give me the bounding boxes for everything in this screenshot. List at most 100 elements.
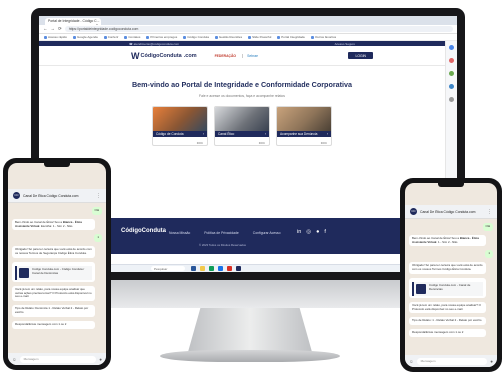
taskbar-app-icon[interactable]	[209, 266, 214, 271]
taskbar-apps	[191, 266, 241, 271]
taskbar-search-input[interactable]: Pesquisar	[151, 266, 185, 271]
chevron-right-icon: ›	[202, 132, 204, 136]
bookmark-icon	[73, 35, 77, 39]
logo-suffix: .com	[183, 52, 197, 59]
document-icon: DOC	[320, 140, 327, 145]
bookmark-item[interactable]: Contatos	[124, 35, 140, 39]
youtube-icon[interactable]: ●	[316, 229, 319, 235]
taskbar-app-icon[interactable]	[236, 266, 241, 271]
phone-left-screen: CC Canal De Ética Código Conduta.com ⋮ O…	[8, 163, 106, 365]
card-canal-etico[interactable]: Canal Ético › DOC	[214, 106, 270, 146]
card-footer: DOC	[153, 139, 207, 145]
microphone-icon[interactable]: ●	[99, 357, 102, 362]
logo-text: CódigoConduta	[140, 52, 182, 59]
edge-icon[interactable]	[218, 266, 223, 271]
contact-email[interactable]: ☎ atendimento@codigoconduta.com	[129, 42, 179, 46]
footer-link[interactable]: Política de Privacidade	[204, 231, 239, 235]
bookmark-item[interactable]: Primeiros empregos	[146, 35, 177, 39]
phone-left-notch	[44, 163, 70, 167]
instagram-icon[interactable]: ◎	[306, 229, 311, 235]
bookmark-item[interactable]: Código Conduta	[183, 35, 209, 39]
forward-icon[interactable]: →	[51, 26, 56, 32]
phone-right-notch	[438, 183, 464, 187]
rail-shopping-icon[interactable]	[449, 58, 454, 63]
chat-message-link[interactable]: Código Conduta.com - Código Conduta / Ca…	[12, 261, 95, 282]
emoji-icon[interactable]: ☺	[12, 357, 17, 362]
bookmark-icon	[248, 35, 252, 39]
taskbar-app-icon[interactable]	[191, 266, 196, 271]
taskbar-app-icon[interactable]	[227, 266, 232, 271]
card-acompanhe-denuncia[interactable]: Acompanhe sua Denúncia › DOC	[276, 106, 332, 146]
chat-message-in: Bem-Vindo ao Canal de Ética! Sou a Bianc…	[409, 234, 487, 247]
avatar[interactable]: CC	[13, 192, 20, 199]
footer-copyright: © 2023 Todos os Direitos Reservados	[199, 243, 246, 247]
chat-message-in: Tipo de Relato: 1 - Relato Verbal 2 - Re…	[409, 317, 487, 326]
bookmark-item[interactable]: Outros favoritos	[310, 35, 336, 39]
bookmark-item[interactable]: Conferir	[103, 35, 118, 39]
bookmark-item[interactable]: Portal Integridade	[277, 35, 305, 39]
folder-icon[interactable]	[200, 266, 205, 271]
bookmark-item[interactable]: Google Agenda	[73, 35, 98, 39]
document-icon: DOC	[258, 140, 265, 145]
chat-message-in: Obrigado! Só para ter certeza que você e…	[12, 246, 95, 258]
monitor-stand-neck	[188, 308, 312, 352]
link-thumbnail	[19, 267, 29, 278]
link-thumbnail	[416, 283, 426, 294]
page-title: Bem-vindo ao Portal de Integridade e Con…	[131, 80, 353, 89]
emoji-icon[interactable]: ☺	[409, 359, 414, 364]
facebook-icon[interactable]: f	[324, 229, 326, 235]
rail-add-icon[interactable]	[449, 97, 454, 102]
avatar[interactable]: CC	[410, 208, 417, 215]
service-cards: Código de Conduta › DOC Canal Ético › DOC …	[39, 106, 445, 146]
chevron-right-icon: ›	[326, 132, 328, 136]
chat-title[interactable]: Canal De Ética Código Conduta.com	[420, 210, 484, 214]
secure-access-label: Acesso Seguro	[334, 41, 355, 46]
bookmarks-bar: Acesso rápido Google Agenda Conferir Con…	[39, 34, 457, 41]
browser-tab[interactable]: Portal de Integridade - Código C... ×	[45, 18, 101, 25]
bookmark-icon	[103, 35, 107, 39]
hero-section: Bem-vindo ao Portal de Integridade e Con…	[39, 66, 445, 98]
browser-toolbar: ← → ⟳ https://portaldeintegridade.codigo…	[39, 25, 457, 34]
bookmark-icon	[146, 35, 150, 39]
link-preview[interactable]: Código Conduta.com - Código Conduta / Ca…	[15, 265, 92, 280]
browser-tab-title: Portal de Integridade - Código C...	[48, 19, 100, 23]
message-input[interactable]: Mensagem	[19, 355, 97, 363]
rail-tools-icon[interactable]	[449, 71, 454, 76]
bookmark-icon	[214, 35, 218, 39]
card-footer: DOC	[277, 139, 331, 145]
link-preview[interactable]: Código Conduta.com - Canal de Denúncias	[412, 281, 484, 296]
back-icon[interactable]: ←	[43, 26, 48, 32]
bookmark-icon	[310, 35, 314, 39]
bookmark-item[interactable]: Acesso rápido	[44, 35, 67, 39]
reload-icon[interactable]: ⟳	[58, 26, 62, 32]
bookmark-item[interactable]: Gestão Reuniões	[214, 35, 242, 39]
rail-search-icon[interactable]	[449, 45, 454, 50]
chat-message-link[interactable]: Código Conduta.com - Canal de Denúncias	[409, 277, 487, 298]
chat-message-in: Responda/Envie mensagem com 1 ou 2	[12, 320, 95, 329]
more-vertical-icon[interactable]: ⋮	[96, 193, 101, 199]
linkedin-icon[interactable]: in	[297, 229, 301, 235]
site-logo[interactable]: W CódigoConduta .com	[131, 51, 197, 61]
footer-link[interactable]: Configurar Acesso	[253, 231, 281, 235]
chat-message-out: Olá	[91, 207, 102, 215]
bookmark-icon	[124, 35, 128, 39]
chat-messages: Olá Bem-Vindo ao Canal de Ética! Sou a B…	[405, 219, 497, 341]
chat-message-in: Você já tem um relato, para nossa equipe…	[12, 285, 95, 302]
login-button[interactable]: LOGIN	[348, 52, 373, 59]
chat-title[interactable]: Canal De Ética Código Conduta.com	[23, 194, 93, 198]
tab-close-icon[interactable]: ×	[96, 23, 98, 25]
footer-link[interactable]: Nossa Missão	[169, 231, 190, 235]
rail-outlook-icon[interactable]	[449, 84, 454, 89]
card-codigo-conduta[interactable]: Código de Conduta › DOC	[152, 106, 208, 146]
microphone-icon[interactable]: ●	[490, 359, 493, 364]
partner-logos: FEDERAÇÃO Sebrae	[215, 53, 258, 58]
address-bar[interactable]: https://portaldeintegridade.codigocondut…	[64, 26, 453, 32]
more-vertical-icon[interactable]: ⋮	[487, 209, 492, 215]
footer-logo[interactable]: CódigoConduta	[121, 228, 166, 234]
bookmark-item[interactable]: Slide Powerful	[248, 35, 271, 39]
message-input[interactable]: Mensagem	[416, 357, 488, 365]
page-subtitle: Fale e acesse os documentos, faça e acom…	[199, 94, 285, 98]
chat-message-out: 1	[94, 234, 102, 243]
card-footer: DOC	[215, 139, 269, 145]
chat-message-in: Responda/Envie mensagem com 1 ou 2	[409, 329, 487, 337]
